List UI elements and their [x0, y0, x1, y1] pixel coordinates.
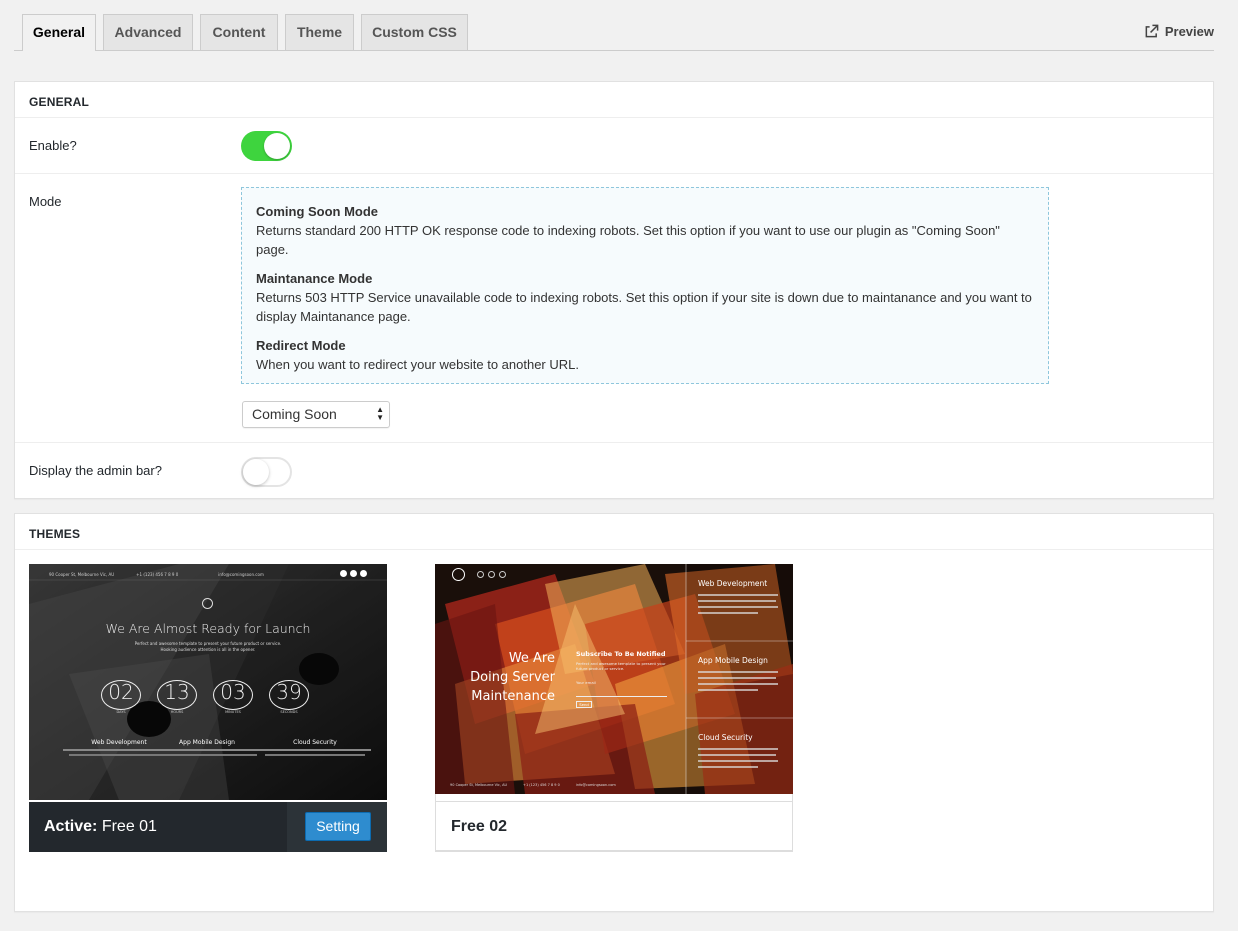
themes-heading: THEMES — [15, 514, 1213, 550]
preview-headline: We Are Almost Ready for Launch — [105, 621, 311, 636]
footer-email: info@comingsoon.com — [575, 783, 616, 787]
topbar-email: info@comingsoon.com — [218, 572, 264, 577]
active-prefix: Active: — [44, 818, 98, 835]
select-arrows-icon: ▲ ▼ — [376, 405, 384, 422]
logo-icon — [452, 568, 465, 581]
theme-name: Free 02 — [451, 818, 508, 835]
theme-name-text: Free 01 — [101, 818, 157, 835]
enable-toggle[interactable] — [241, 131, 292, 161]
mode-description: When you want to redirect your website t… — [256, 357, 579, 372]
feature-title: Cloud Security — [293, 739, 337, 746]
theme-preview-free-01: 90 Cooper St, Melbourne Vic, AU +1 (123)… — [29, 564, 387, 800]
countdown-value: 03 — [220, 680, 246, 704]
topbar-phone: +1 (123) 456 7 8 9 0 — [136, 572, 179, 577]
preview-label: Preview — [1164, 24, 1214, 39]
mode-label: Mode — [29, 194, 62, 209]
theme-card-free-01[interactable]: 90 Cooper St, Melbourne Vic, AU +1 (123)… — [29, 564, 387, 852]
countdown-unit: HOURS — [170, 710, 184, 714]
logo-icon — [202, 598, 213, 609]
admin-bar-toggle[interactable] — [241, 457, 292, 487]
external-link-icon — [1145, 24, 1159, 38]
theme-preview-free-02: We Are Doing Server Maintenance Subscrib… — [435, 564, 793, 800]
subscribe-text: Perfect and awesome template to present … — [576, 661, 666, 671]
settings-tabs: General Advanced Content Theme Custom CS… — [14, 14, 1214, 51]
toggle-knob — [243, 459, 269, 485]
theme-card-footer: Free 02 — [435, 801, 793, 851]
mode-description: Returns standard 200 HTTP OK response co… — [256, 223, 1000, 257]
feature-title: App Mobile Design — [698, 656, 768, 665]
mode-row: Mode Coming Soon Mode Returns standard 2… — [15, 174, 1213, 443]
feature-title: Web Development — [698, 579, 768, 588]
tab-content[interactable]: Content — [200, 14, 278, 50]
tab-theme[interactable]: Theme — [285, 14, 354, 50]
theme-card-footer: Active: Free 01 Setting — [29, 802, 387, 852]
enable-label: Enable? — [29, 138, 77, 153]
preview-headline: We Are Doing Server Maintenance — [470, 651, 555, 704]
email-field — [576, 688, 667, 697]
send-button: Send — [576, 701, 592, 708]
admin-bar-row: Display the admin bar? — [15, 443, 1213, 499]
countdown-value: 13 — [164, 680, 190, 704]
mode-title: Redirect Mode — [256, 338, 346, 353]
mode-description-box: Coming Soon Mode Returns standard 200 HT… — [241, 187, 1049, 384]
admin-bar-label: Display the admin bar? — [29, 463, 162, 478]
footer-address: 90 Cooper St, Melbourne Vic, AU — [450, 783, 508, 787]
mode-title: Maintanance Mode — [256, 271, 373, 286]
mode-select[interactable]: Coming Soon ▲ ▼ — [242, 401, 390, 428]
preview-subline: Perfect and awesome template to present … — [134, 641, 282, 646]
theme-card-free-02[interactable]: We Are Doing Server Maintenance Subscrib… — [435, 564, 793, 852]
tab-general[interactable]: General — [22, 14, 96, 51]
tab-custom-css[interactable]: Custom CSS — [361, 14, 468, 50]
social-icons — [477, 571, 506, 578]
countdown-value: 39 — [276, 680, 302, 704]
feature-title: Web Development — [91, 739, 147, 746]
subscribe-title: Subscribe To Be Notified — [576, 650, 666, 658]
general-heading: GENERAL — [15, 82, 1213, 118]
mode-select-value: Coming Soon — [252, 406, 337, 422]
theme-actions: Setting — [287, 802, 387, 852]
countdown-value: 02 — [108, 680, 134, 704]
enable-row: Enable? — [15, 118, 1213, 174]
footer-phone: +1 (123) 456 7 8 9 0 — [523, 783, 560, 787]
setting-button[interactable]: Setting — [305, 812, 371, 841]
email-label: Your email — [576, 680, 596, 685]
preview-link[interactable]: Preview — [1144, 24, 1214, 39]
mode-title: Coming Soon Mode — [256, 204, 379, 219]
theme-name: Active: Free 01 — [44, 818, 157, 836]
feature-title: App Mobile Design — [179, 739, 235, 746]
countdown-unit: SECONDS — [280, 710, 298, 714]
tab-advanced[interactable]: Advanced — [103, 14, 193, 50]
countdown-unit: MINUTES — [225, 710, 241, 714]
preview-subline: Hooking audience attention is all in the… — [160, 647, 256, 652]
themes-panel: THEMES 90 Cooper St, Melbourne Vic, AU +… — [14, 513, 1214, 912]
toggle-knob — [264, 133, 290, 159]
topbar-address: 90 Cooper St, Melbourne Vic, AU — [49, 572, 115, 577]
mode-description: Returns 503 HTTP Service unavailable cod… — [256, 290, 1032, 324]
general-panel: GENERAL Enable? Mode Coming Soon Mode Re… — [14, 81, 1214, 499]
countdown-unit: DAYS — [116, 710, 126, 714]
feature-title: Cloud Security — [698, 733, 753, 742]
social-icons — [340, 570, 367, 577]
